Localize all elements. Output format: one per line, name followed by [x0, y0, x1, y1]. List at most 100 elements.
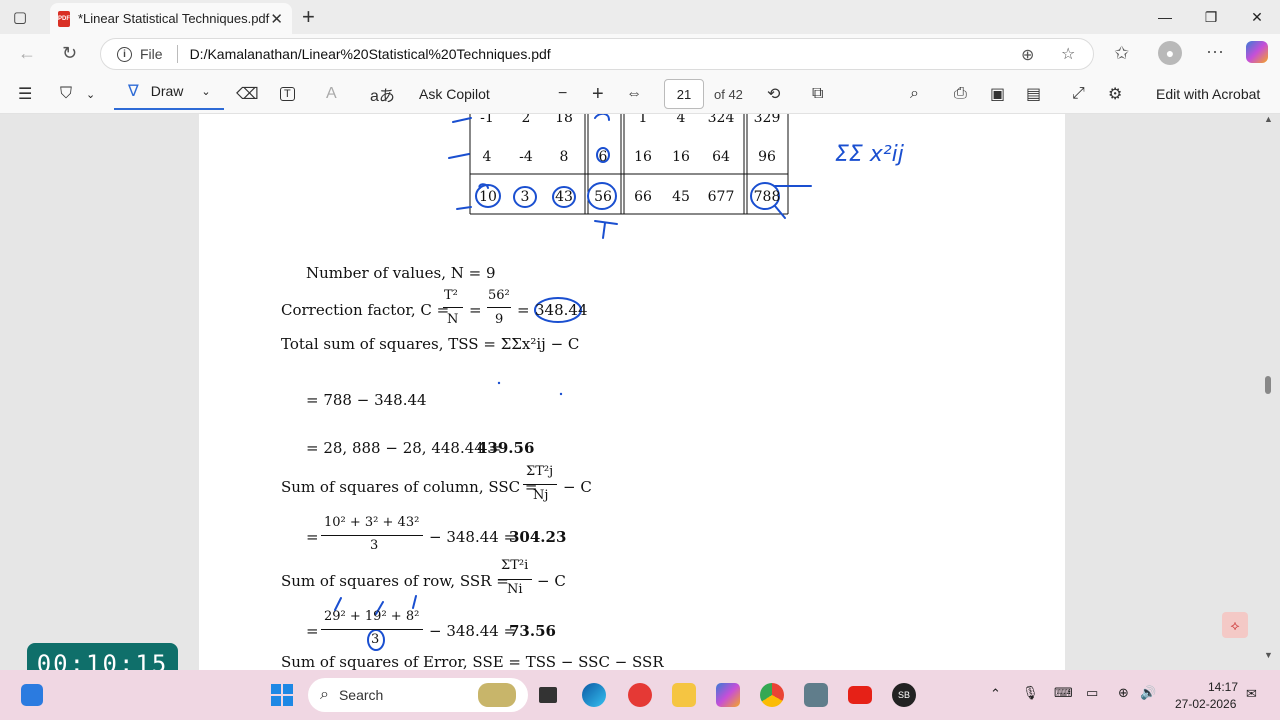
cell: 16 [634, 149, 652, 165]
favorites-icon[interactable]: ✩ [1114, 43, 1129, 64]
taskbar-search[interactable]: ⌕ Search [308, 678, 528, 712]
remote-desktop-icon[interactable] [802, 670, 830, 720]
volume-icon[interactable]: 🔊 [1140, 685, 1156, 701]
sb-app-icon[interactable]: SB [890, 670, 918, 720]
math-suffix: − C [537, 572, 566, 590]
ask-copilot-label: Ask Copilot [419, 86, 490, 102]
page-view-icon[interactable]: ⧉ [812, 74, 823, 114]
page-total: of 42 [714, 86, 743, 102]
fit-width-icon[interactable]: ⇔ [626, 74, 642, 114]
more-menu-icon[interactable]: ··· [1206, 41, 1224, 62]
fullscreen-icon[interactable]: ⤢ [1072, 74, 1085, 114]
tray-chevron-icon[interactable]: ⌃ [990, 686, 1001, 702]
ask-copilot-button[interactable]: Ask Copilot [419, 74, 490, 114]
cell: 2 [521, 114, 531, 126]
frac-den: Ni [507, 582, 523, 597]
math-suffix: − 348.44 = [429, 528, 517, 546]
cell: 56 [594, 189, 612, 205]
task-view-icon[interactable] [536, 670, 560, 720]
translate-icon[interactable]: aあ [370, 74, 395, 114]
math-result: 348.44 [535, 301, 588, 319]
cell: -1 [480, 114, 494, 126]
cell: 64 [712, 149, 730, 165]
battery-icon[interactable]: ▭ [1086, 685, 1098, 701]
youtube-icon[interactable] [846, 670, 874, 720]
minimize-button[interactable]: — [1142, 0, 1188, 34]
zoom-in-icon[interactable]: + [592, 74, 604, 114]
frac-den: N [447, 312, 459, 327]
frac-bar [321, 535, 423, 536]
tab-active[interactable]: PDF *Linear Statistical Techniques.pdf ✕ [50, 3, 292, 34]
save-icon[interactable]: ▣ [990, 74, 1005, 114]
search-highlight-icon [478, 683, 516, 707]
refresh-icon[interactable]: ↻ [62, 43, 77, 64]
scroll-up-icon[interactable]: ▲ [1264, 114, 1273, 124]
clock-date[interactable]: 27-02-2026 [1175, 697, 1236, 711]
eraser-icon[interactable]: ⌫ [236, 74, 259, 114]
microphone-icon[interactable]: 🎙 [1022, 685, 1039, 701]
highlight-icon[interactable]: ⛉ ⌄ [60, 74, 95, 114]
acrobat-icon[interactable]: ⟡ [1222, 612, 1248, 638]
tab-bar: ▢ PDF *Linear Statistical Techniques.pdf… [0, 0, 1280, 34]
cell: 324 [707, 114, 735, 126]
info-icon[interactable]: i [117, 46, 132, 62]
divider [176, 45, 178, 63]
edge-icon[interactable] [580, 670, 608, 720]
widgets-icon[interactable] [18, 670, 46, 720]
url-omnibox[interactable]: i File D:/Kamalanathan/Linear%20Statisti… [100, 38, 1094, 70]
edit-with-acrobat-button[interactable]: Edit with Acrobat [1156, 74, 1260, 114]
handwritten-annotation: ΣΣ x²ij [835, 142, 904, 167]
recorder-icon[interactable] [626, 670, 654, 720]
restore-button[interactable]: ❐ [1188, 0, 1234, 34]
favorite-star-icon[interactable]: ☆ [1061, 44, 1075, 64]
chrome-icon[interactable] [758, 670, 786, 720]
search-icon[interactable]: ⌕ [910, 74, 919, 114]
new-tab-button[interactable]: + [302, 4, 315, 30]
scroll-thumb[interactable] [1265, 376, 1271, 394]
scroll-down-icon[interactable]: ▼ [1264, 650, 1273, 660]
zoom-out-icon[interactable]: − [558, 74, 567, 114]
rotate-icon[interactable]: ⟲ [767, 74, 780, 114]
close-window-button[interactable]: ✕ [1234, 0, 1280, 34]
frac-num: 29² + 19² + 8² [324, 609, 420, 624]
cell: 16 [672, 149, 690, 165]
file-label: File [140, 46, 163, 62]
profile-avatar-icon[interactable]: ● [1158, 41, 1182, 65]
save-as-icon[interactable]: ▤ [1026, 74, 1041, 114]
url-text[interactable]: D:/Kamalanathan/Linear%20Statistical%20T… [190, 46, 551, 62]
frac-den: 3 [371, 632, 380, 647]
cell: 6 [598, 149, 608, 165]
notification-icon[interactable]: ✉ [1246, 686, 1257, 702]
close-tab-icon[interactable]: ✕ [269, 10, 284, 28]
pdf-viewer[interactable]: -1 2 18 1 4 324 329 4 -4 8 6 16 16 64 96… [0, 114, 1280, 670]
settings-gear-icon[interactable]: ⚙ [1108, 74, 1122, 114]
back-arrow-icon[interactable]: ← [18, 43, 36, 64]
edit-acrobat-label: Edit with Acrobat [1156, 86, 1261, 102]
network-icon[interactable]: ⊕ [1118, 685, 1129, 701]
cell: 43 [555, 189, 573, 205]
draw-button[interactable]: ∇ Draw ⌄ [114, 74, 224, 110]
contents-icon[interactable]: ☰ [18, 74, 32, 114]
text-box-icon[interactable]: T [280, 74, 295, 114]
cell: 10 [479, 189, 497, 205]
tab-actions-icon[interactable]: ▢ [0, 0, 40, 34]
copilot-icon[interactable] [1246, 41, 1268, 63]
page-current[interactable]: 21 [664, 79, 704, 109]
cell: 96 [758, 149, 776, 165]
cell: 4 [676, 114, 686, 126]
scrollbar[interactable]: ▲ ▼ [1262, 114, 1274, 670]
read-aloud-icon[interactable]: A [326, 74, 337, 114]
cell: 4 [482, 149, 492, 165]
windows-start-icon[interactable] [268, 670, 296, 720]
clock-time[interactable]: 14:17 [1208, 680, 1238, 694]
copilot-taskbar-icon[interactable] [714, 670, 742, 720]
eq-sign: = [306, 528, 319, 546]
keyboard-icon[interactable]: ⌨ [1054, 685, 1073, 701]
frac-num: 56² [488, 288, 510, 303]
math-result: 73.56 [509, 622, 556, 640]
print-icon[interactable]: ⎙ [954, 74, 967, 114]
file-explorer-icon[interactable] [670, 670, 698, 720]
page-number-field[interactable]: 21 [664, 74, 704, 114]
zoom-icon[interactable]: ⊕ [1021, 45, 1034, 65]
math-line: Sum of squares of Error, SSE = TSS − SSC… [281, 653, 664, 670]
